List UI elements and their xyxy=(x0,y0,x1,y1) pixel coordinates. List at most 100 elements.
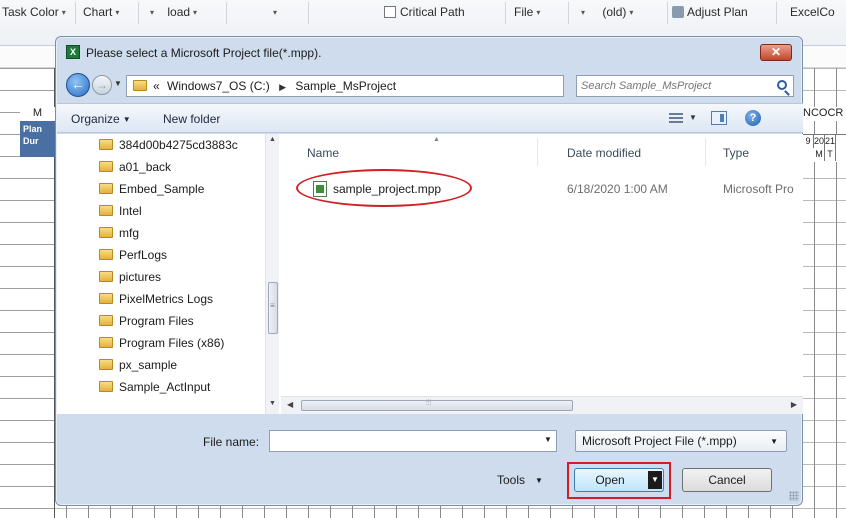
critical-path-checkbox[interactable]: Critical Path xyxy=(384,3,465,21)
filter-label: Microsoft Project File (*.mpp) xyxy=(582,434,737,448)
new-folder-button[interactable]: New folder xyxy=(163,112,220,126)
tree-item[interactable]: Sample_ActInput xyxy=(99,380,210,398)
column-header-m: M xyxy=(20,107,55,121)
change-view-icon[interactable] xyxy=(669,113,683,123)
chevron-down-icon: ▾ xyxy=(193,8,198,17)
close-button[interactable]: ✕ xyxy=(760,44,792,61)
path-box[interactable]: « Windows7_OS (C:) ▶ Sample_MsProject ▼ … xyxy=(126,75,616,97)
tree-item[interactable]: Embed_Sample xyxy=(99,182,204,200)
search-icon[interactable] xyxy=(777,80,787,90)
horizontal-scrollbar[interactable]: ◀ ▶ xyxy=(281,396,803,414)
column-divider[interactable] xyxy=(537,138,538,166)
open-button[interactable]: Open ▼ xyxy=(574,468,664,492)
chart-dropdown[interactable]: Chart ▾ xyxy=(83,3,119,21)
generic-dropdown[interactable]: ▾ xyxy=(270,3,277,21)
checkbox-icon xyxy=(384,6,396,18)
tree-item[interactable]: PixelMetrics Logs xyxy=(99,292,213,310)
tree-item[interactable]: Program Files xyxy=(99,314,194,332)
folder-icon xyxy=(99,381,113,392)
chevron-down-icon: ▾ xyxy=(581,8,586,17)
chevron-down-icon: ▾ xyxy=(536,8,541,17)
weekday-cell: T xyxy=(825,148,836,161)
file-name-dropdown-icon[interactable]: ▼ xyxy=(544,435,552,444)
file-name-input[interactable] xyxy=(274,434,534,449)
chevron-right-icon[interactable]: ▶ xyxy=(279,82,286,92)
scroll-thumb[interactable] xyxy=(301,398,573,411)
folder-icon xyxy=(99,183,113,194)
scroll-up-icon[interactable]: ▲ xyxy=(269,136,276,143)
chevron-down-icon: ▾ xyxy=(61,8,66,17)
breadcrumb-drive[interactable]: Windows7_OS (C:) xyxy=(167,79,270,93)
view-options-dropdown[interactable]: ▼ xyxy=(689,113,697,122)
day-cell: 20 xyxy=(814,135,825,148)
ribbon-divider xyxy=(226,2,227,24)
folder-icon xyxy=(99,293,113,304)
open-label: Open xyxy=(595,473,625,487)
ribbon-divider xyxy=(776,2,777,24)
scroll-left-icon[interactable]: ◀ xyxy=(287,400,293,409)
ribbon-divider xyxy=(308,2,309,24)
tools-button[interactable]: Tools ▼ xyxy=(497,473,543,487)
chevron-down-icon: ▼ xyxy=(535,476,543,485)
calendar-header: NCOCR xyxy=(803,107,846,121)
tree-item[interactable]: px_sample xyxy=(99,358,177,376)
tree-item[interactable]: pictures xyxy=(99,270,161,288)
folder-icon xyxy=(99,271,113,282)
ribbon-divider xyxy=(138,2,139,24)
excel-button[interactable]: ExcelCo xyxy=(790,3,835,21)
old-dropdown[interactable]: ▾ (old) ▾ xyxy=(578,3,633,21)
dialog-toolbar: Organize ▼ New folder ▼ ? xyxy=(57,103,803,133)
navigation-scrollbar[interactable]: ▲ ▼ xyxy=(265,134,279,414)
file-name-label: File name: xyxy=(203,435,260,449)
folder-icon xyxy=(99,205,113,216)
scroll-right-icon[interactable]: ▶ xyxy=(791,400,797,409)
open-options-dropdown[interactable]: ▼ xyxy=(648,471,662,489)
file-open-dialog: X Please select a Microsoft Project file… xyxy=(55,36,803,506)
back-button[interactable]: ← xyxy=(66,73,90,97)
preview-pane-icon[interactable] xyxy=(711,111,727,125)
tree-item[interactable]: 384d00b4275cd3883c xyxy=(99,138,238,156)
cancel-button[interactable]: Cancel xyxy=(682,468,772,492)
weekday-cell: M xyxy=(814,148,825,161)
calendar-days: 9 20 21 M T xyxy=(803,134,846,162)
load-dropdown[interactable]: ▾ load ▾ xyxy=(147,3,197,21)
column-header-name[interactable]: Name xyxy=(307,146,339,160)
plan-dur-header: Plan Dur xyxy=(20,121,55,157)
forward-button[interactable]: → xyxy=(92,75,112,95)
tree-item[interactable]: mfg xyxy=(99,226,139,244)
navigation-pane: 384d00b4275cd3883c a01_back Embed_Sample… xyxy=(57,134,269,414)
sort-caret-icon: ▲ xyxy=(433,136,440,143)
recent-locations-dropdown[interactable]: ▼ xyxy=(114,79,122,88)
file-type-filter[interactable]: Microsoft Project File (*.mpp) ▼ xyxy=(575,430,787,452)
column-divider[interactable] xyxy=(705,138,706,166)
search-box[interactable] xyxy=(576,75,794,97)
chevron-down-icon: ▼ xyxy=(770,437,778,446)
folder-icon xyxy=(99,359,113,370)
column-header-type[interactable]: Type xyxy=(723,146,749,160)
organize-button[interactable]: Organize ▼ xyxy=(71,112,131,126)
dialog-titlebar[interactable]: X Please select a Microsoft Project file… xyxy=(56,37,802,67)
resize-grip[interactable] xyxy=(789,491,799,501)
tree-item[interactable]: Program Files (x86) xyxy=(99,336,224,354)
adjust-plan-button[interactable]: Adjust Plan xyxy=(672,3,748,21)
task-color-dropdown[interactable]: Task Color ▾ xyxy=(2,3,66,21)
browser-content: 384d00b4275cd3883c a01_back Embed_Sample… xyxy=(57,134,803,414)
folder-icon xyxy=(133,80,147,91)
chevron-down-icon: ▾ xyxy=(150,8,155,17)
folder-icon xyxy=(99,315,113,326)
help-icon[interactable]: ? xyxy=(745,110,761,126)
column-header-date[interactable]: Date modified xyxy=(567,146,641,160)
breadcrumb-folder[interactable]: Sample_MsProject xyxy=(295,79,396,93)
scroll-thumb[interactable] xyxy=(268,282,278,334)
adjust-icon xyxy=(672,6,684,18)
tree-item[interactable]: a01_back xyxy=(99,160,171,178)
tree-item[interactable]: Intel xyxy=(99,204,142,222)
scroll-down-icon[interactable]: ▼ xyxy=(269,400,276,407)
breadcrumb-overflow[interactable]: « xyxy=(153,79,160,93)
address-bar: ← → ▼ « Windows7_OS (C:) ▶ Sample_MsProj… xyxy=(56,69,802,99)
ribbon-divider xyxy=(568,2,569,24)
file-name-field[interactable] xyxy=(269,430,557,452)
search-input[interactable] xyxy=(581,78,761,94)
file-dropdown[interactable]: File ▾ xyxy=(514,3,540,21)
tree-item[interactable]: PerfLogs xyxy=(99,248,167,266)
